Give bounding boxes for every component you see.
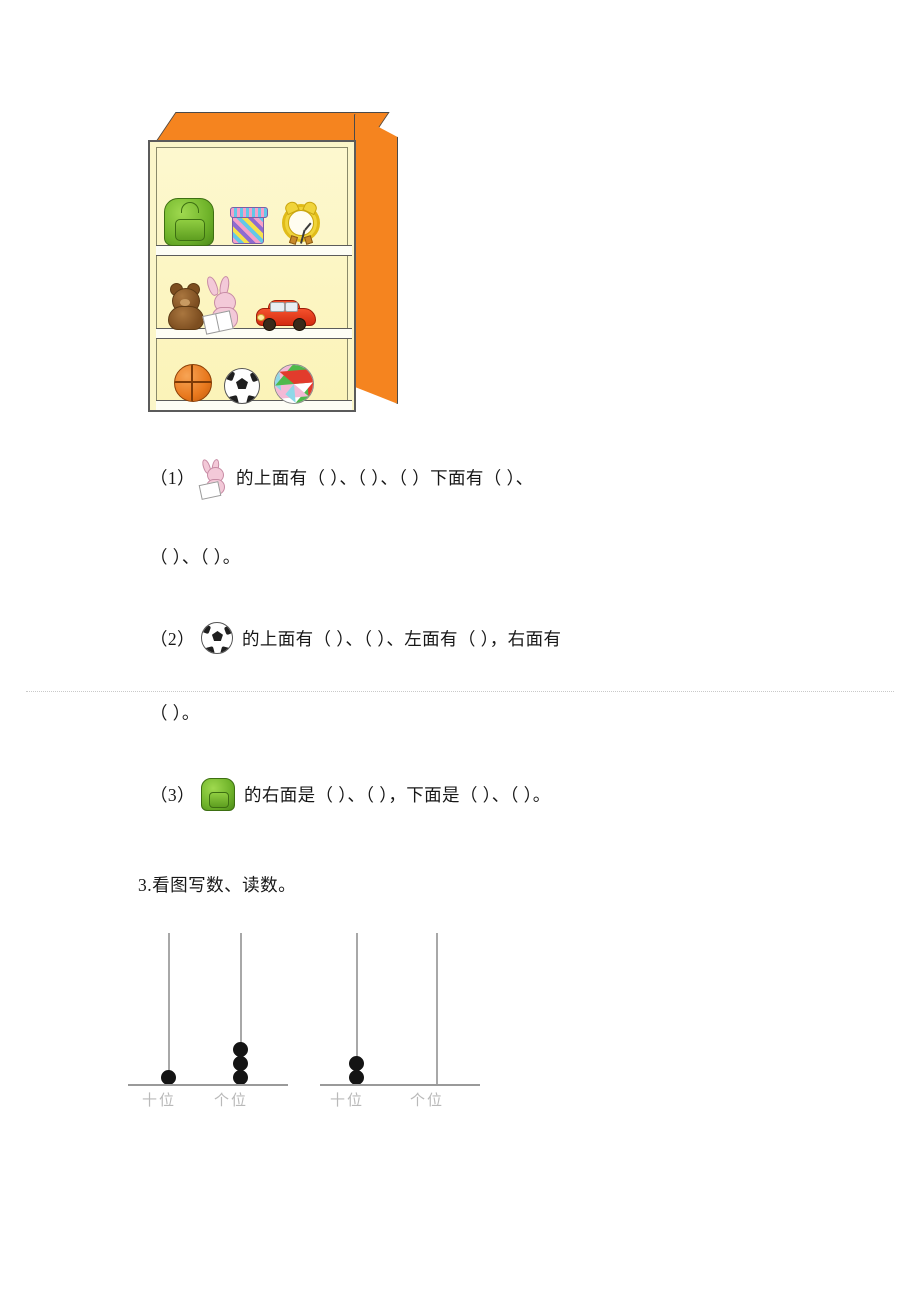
abacus-right: 十位 个位 xyxy=(320,925,480,1115)
backpack-pocket xyxy=(208,792,229,808)
bear-snout xyxy=(180,299,190,306)
soccer-patch xyxy=(205,646,215,653)
soccer-patch xyxy=(223,624,232,636)
question-3: （3） 的右面是（ ）、（ ），下面是（ ）、（ ）。 xyxy=(150,778,551,811)
abacus-bead xyxy=(233,1056,248,1071)
abacus-label-ones: 个位 xyxy=(214,1093,249,1109)
gift-box-icon xyxy=(230,207,268,244)
worksheet-page: （1） 的上面有（ ）、（ ）、（ ）下面有（ ）、 （ ）、（ ）。 （2） 的上… xyxy=(0,0,920,1302)
abacus-label-tens: 十位 xyxy=(142,1093,177,1109)
rabbit-with-book-icon xyxy=(198,458,227,500)
soccer-patch xyxy=(201,623,212,635)
book-icon xyxy=(198,481,222,500)
green-backpack-icon xyxy=(200,778,235,811)
abacus-bead xyxy=(233,1070,248,1085)
question-3-line-1: （3） 的右面是（ ）、（ ），下面是（ ）、（ ）。 xyxy=(150,778,551,811)
question-1: （1） 的上面有（ ）、（ ）、（ ）下面有（ ）、 （ ）、（ ）。 xyxy=(150,458,534,570)
abacus-label-tens: 十位 xyxy=(330,1093,365,1109)
question-2-label: （2） xyxy=(150,629,195,649)
question-3-text-1: 的右面是（ ）、（ ），下面是（ ）、（ ）。 xyxy=(243,785,551,805)
shelf-board-top xyxy=(156,245,352,256)
question-2-text-1: 的上面有（ ）、（ ）、左面有（ ），右面有 xyxy=(241,629,562,649)
car-wheel-right xyxy=(293,318,306,331)
question-2: （2） 的上面有（ ）、（ ）、左面有（ ），右面有 （ ）。 xyxy=(150,622,561,726)
question-3-label: （3） xyxy=(150,785,195,805)
abacus-label-ones: 个位 xyxy=(410,1093,445,1109)
page-break-divider xyxy=(26,691,894,692)
question-2-line-1: （2） 的上面有（ ）、（ ）、左面有（ ），右面有 xyxy=(150,622,561,654)
question-1-line-2: （ ）、（ ）。 xyxy=(150,547,241,567)
question-1-label: （1） xyxy=(150,468,195,488)
abacus-bead xyxy=(349,1056,364,1071)
soccer-patch xyxy=(227,394,240,403)
clock-face xyxy=(288,210,314,244)
cabinet-side-panel xyxy=(354,114,398,404)
abacus-rod-ones xyxy=(436,933,438,1085)
abacus-bead xyxy=(161,1070,176,1085)
alarm-clock-icon xyxy=(282,199,320,245)
abacus-bead xyxy=(233,1042,248,1057)
soccer-patch xyxy=(225,369,236,382)
beach-ball-icon xyxy=(274,364,314,404)
cabinet-body xyxy=(148,140,356,412)
abacus-figure: 十位 个位 十位 个位 xyxy=(128,925,480,1115)
soccer-patch xyxy=(249,370,259,383)
bear-body xyxy=(168,306,204,330)
car-wheel-left xyxy=(263,318,276,331)
question-2-line-2: （ ）。 xyxy=(150,703,200,723)
soccer-patch xyxy=(211,631,223,641)
question-1-text-1: 的上面有（ ）、（ ）、（ ）下面有（ ）、 xyxy=(235,468,534,488)
soccer-patch xyxy=(245,394,258,403)
question-1-line-1: （1） 的上面有（ ）、（ ）、（ ）下面有（ ）、 xyxy=(150,458,534,500)
soccer-ball-icon xyxy=(200,622,233,654)
abacus-base xyxy=(128,1084,288,1086)
soccer-ball-icon xyxy=(224,368,260,404)
soccer-patch xyxy=(236,378,248,389)
section-3-heading: 3.看图写数、读数。 xyxy=(138,875,297,895)
abacus-rod-tens xyxy=(168,933,170,1085)
car-window-front xyxy=(270,302,285,312)
teddy-bear-icon xyxy=(166,283,204,330)
abacus-left: 十位 个位 xyxy=(128,925,288,1115)
green-backpack-icon xyxy=(164,198,214,246)
car-window-rear xyxy=(285,302,298,312)
abacus-bead xyxy=(349,1070,364,1085)
toy-shelf-illustration xyxy=(148,108,400,420)
abacus-base xyxy=(320,1084,480,1086)
red-car-icon xyxy=(256,300,316,331)
rabbit-with-book-icon xyxy=(202,275,242,335)
basketball-icon xyxy=(174,364,212,402)
soccer-patch xyxy=(220,646,230,653)
